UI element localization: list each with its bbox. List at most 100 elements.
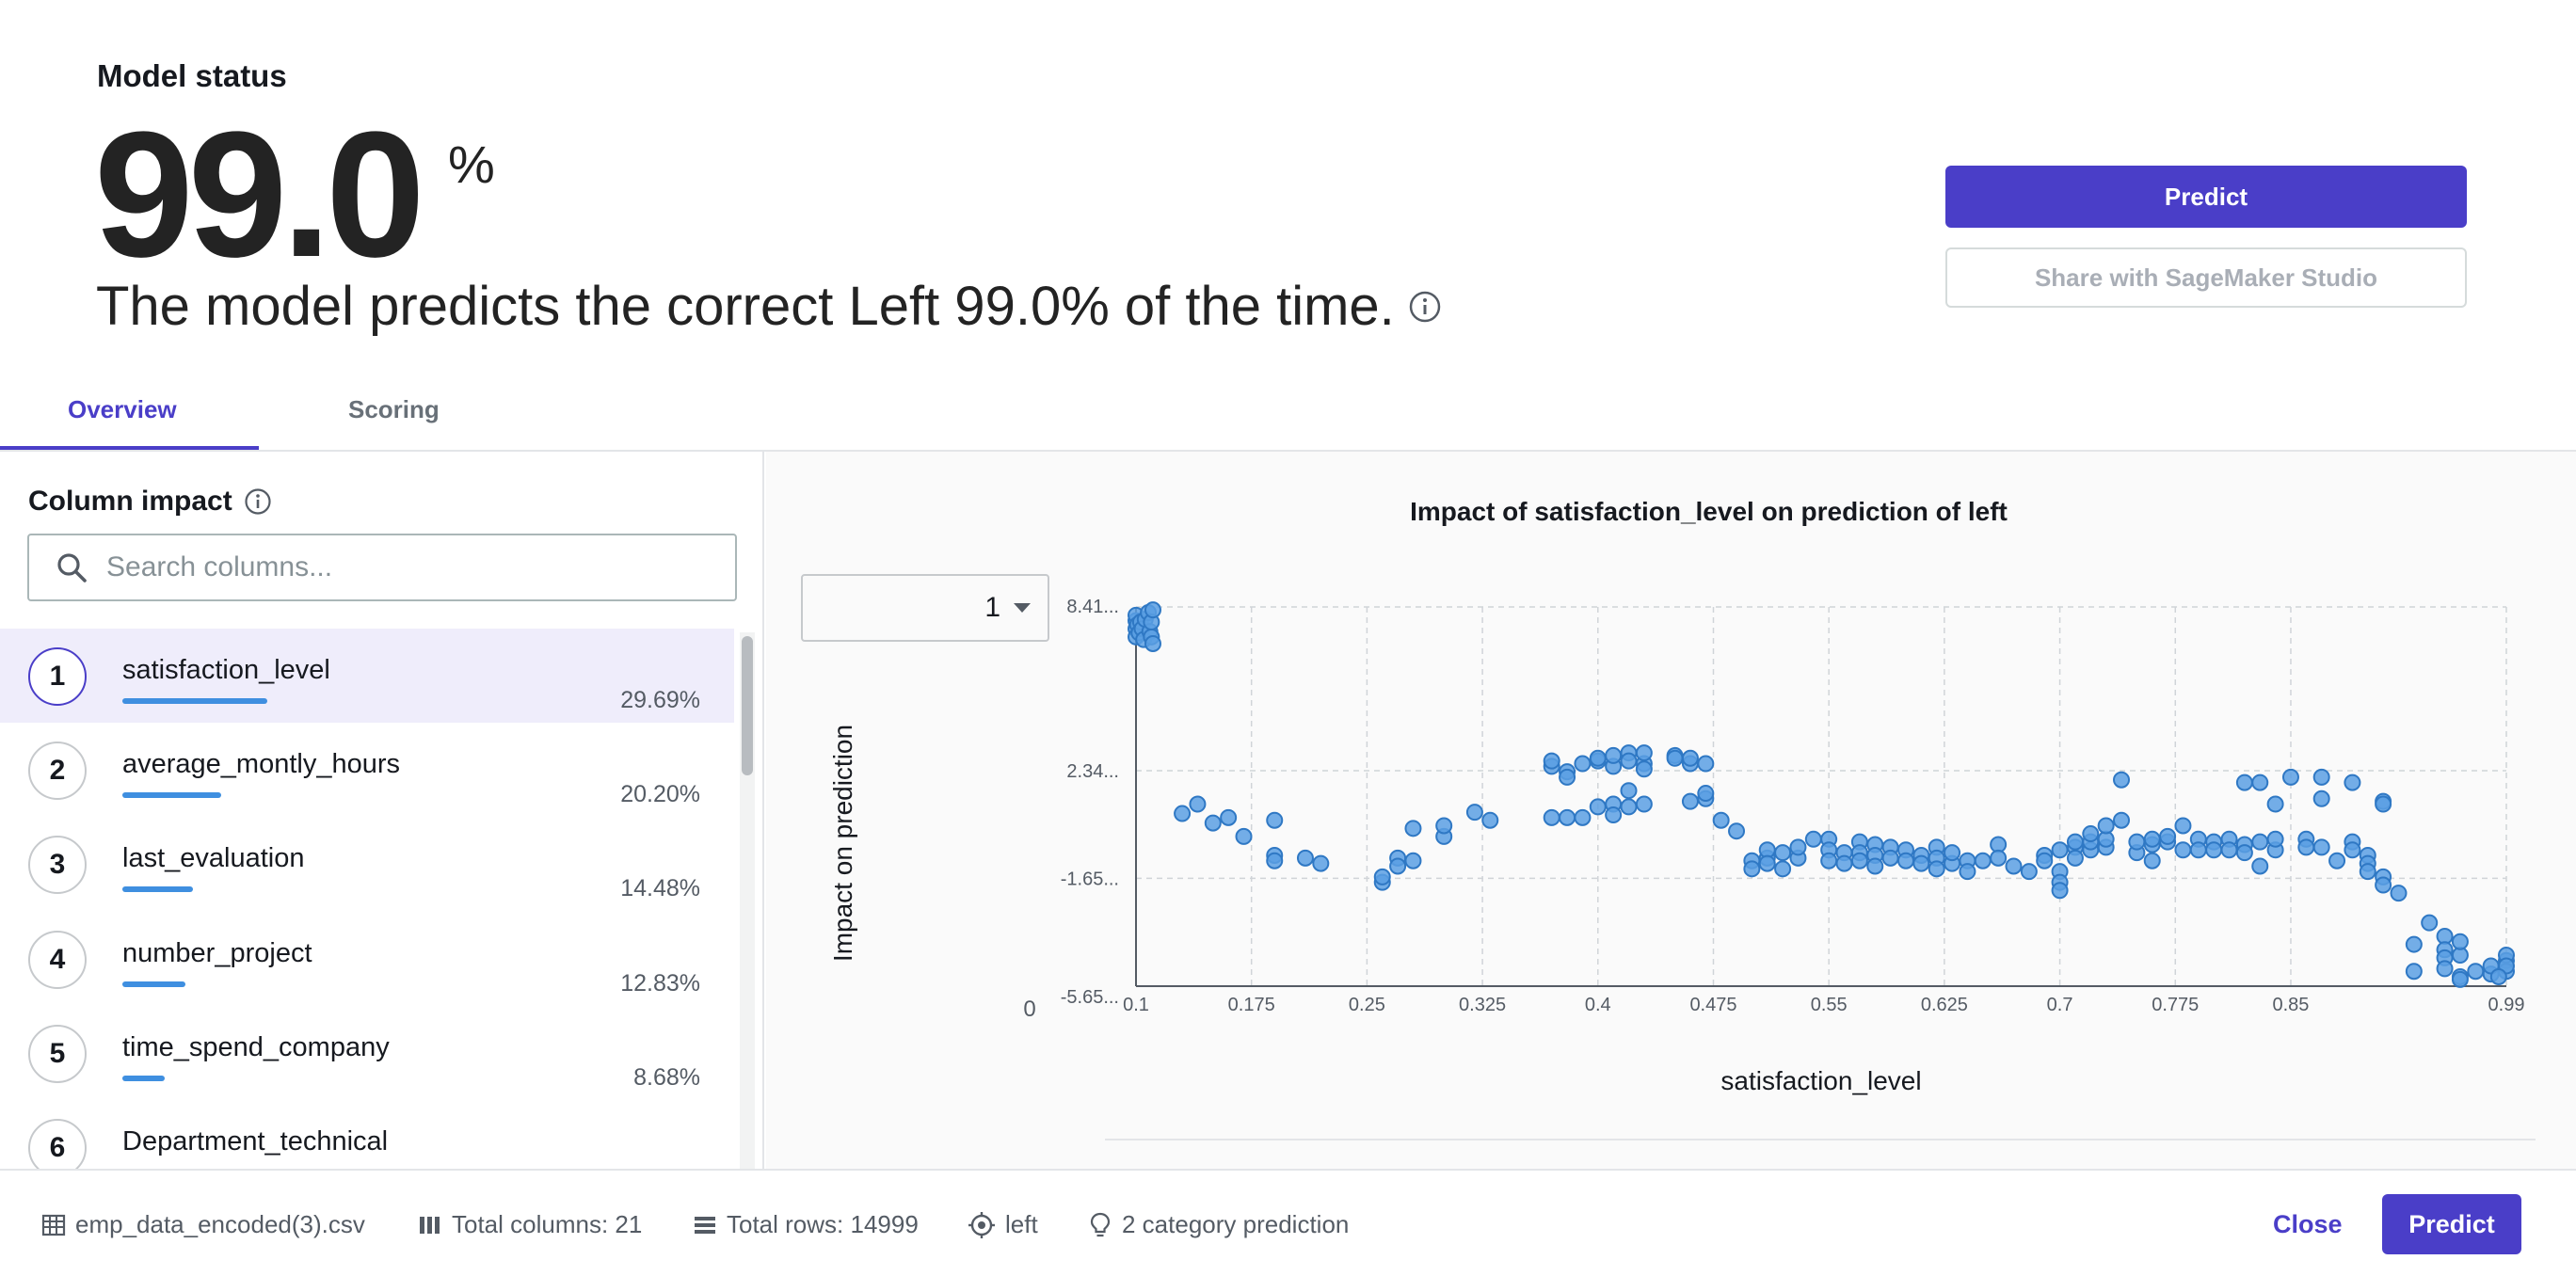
scatter-point [1635,760,1653,778]
share-sagemaker-button[interactable]: Share with SageMaker Studio [1945,247,2467,308]
info-icon[interactable] [1408,290,1442,324]
scatter-point [1804,830,1822,848]
scatter-point [2066,833,2084,851]
impact-scatter-chart: 0.1 0.175 0.25 0.325 0.4 0.475 0.55 0.625 0.7 0.7… [828,597,2524,1095]
scatter-point [2143,852,2161,869]
impact-percent: 12.83% [620,970,700,997]
accuracy-unit: % [448,135,495,194]
rank-badge: 6 [28,1119,87,1169]
scatter-point [2189,841,2207,859]
columns-icon [418,1213,442,1237]
list-item[interactable]: 3 last_evaluation 14.48% [0,817,734,911]
scatter-point [1266,852,1284,869]
y-tick-label: 8.41... [1066,597,1119,617]
scatter-point [1574,808,1592,826]
prediction-type: 2 category prediction [1122,1210,1350,1238]
scatter-point [1189,795,1207,813]
list-item[interactable]: 4 number_project 12.83% [0,912,734,1006]
scatter-point [2266,795,2284,813]
scatter-point [2113,811,2131,829]
target-column: left [1005,1210,1038,1238]
scatter-point [2235,844,2253,862]
close-button[interactable]: Close [2273,1210,2343,1239]
scatter-point [1404,852,1422,869]
scatter-point [2113,771,2131,789]
scatter-point [2174,817,2192,835]
scatter-point [2451,933,2469,950]
scatter-point [1928,860,1945,878]
scatter-point [1758,854,1776,872]
scatter-point [2097,817,2115,835]
footer-file: emp_data_encoded(3).csv [41,1210,365,1239]
scatter-point [1266,811,1284,829]
scatter-point [2451,970,2469,988]
scatter-point [2251,774,2269,791]
scatter-point [2281,768,2299,786]
predict-button[interactable]: Predict [1945,166,2467,228]
scatter-point [1881,849,1899,867]
rank-badge: 1 [28,647,87,706]
scatter-point [1620,782,1638,800]
scatter-point [1589,749,1607,767]
scatter-point [2489,967,2507,985]
x-tick-label: 0.4 [1585,995,1611,1015]
scatter-point [2066,849,2084,867]
scatter-point [1974,852,1992,869]
search-columns-input[interactable] [106,551,709,583]
scatter-point [1574,755,1592,773]
scatter-point [1144,601,1161,619]
column-name: number_project [122,938,312,968]
scatter-point [1296,849,1314,867]
x-tick-label: 0.775 [2152,995,2199,1015]
list-item[interactable]: 5 time_spend_company 8.68% [0,1006,734,1100]
scatter-point [2051,841,2069,859]
list-item[interactable]: 1 satisfaction_level 29.69% [0,629,734,723]
column-impact-title-text: Column impact [28,486,232,517]
class-select[interactable]: 1 [801,574,1049,642]
scatter-point [1620,798,1638,816]
chart-title: Impact of satisfaction_level on predicti… [1410,497,2008,526]
search-columns-box[interactable] [27,534,737,601]
scatter-point [2436,960,2454,978]
search-icon [56,551,88,583]
file-name: emp_data_encoded(3).csv [75,1210,365,1238]
scatter-point [2174,841,2192,859]
scatter-point [1481,811,1499,829]
scatter-point [1543,752,1560,770]
scatter-point [1712,811,1730,829]
column-name: Department_technical [122,1126,389,1156]
active-tab-indicator [0,446,259,450]
scatter-point [2344,841,2361,859]
y-tick-label: 2.34... [1066,761,1119,782]
x-tick-label: 0.25 [1349,995,1385,1015]
scatter-point [1944,844,1961,862]
column-name: satisfaction_level [122,655,330,685]
scatter-point [2405,963,2423,981]
scatter-point [2220,841,2238,859]
rank-badge: 5 [28,1025,87,1083]
scatter-point [1543,808,1560,826]
predict-footer-button[interactable]: Predict [2382,1194,2521,1254]
scatter-point [1389,857,1407,875]
scatter-point [2159,827,2177,845]
scatter-point [2205,841,2223,859]
scatter-point [2143,830,2161,848]
list-item[interactable]: 6 Department_technical [0,1100,734,1169]
model-status-title: Model status [97,58,287,93]
info-icon[interactable] [244,487,272,516]
scatter-point [2467,963,2485,981]
tab-overview[interactable]: Overview [68,395,177,424]
scatter-point [1681,792,1699,810]
scrollbar-thumb[interactable] [742,636,753,775]
list-item[interactable]: 2 average_montly_hours 20.20% [0,723,734,817]
scatter-point [2344,774,2361,791]
impact-bar [122,981,185,987]
x-tick-label: 0.325 [1459,995,1506,1015]
tab-scoring[interactable]: Scoring [348,395,440,424]
class-select-value: 1 [984,592,1000,623]
column-name: average_montly_hours [122,749,401,779]
y-zero-label: 0 [1023,997,1035,1022]
impact-chart-panel: 0.1 0.175 0.25 0.325 0.4 0.475 0.55 0.625 0.7 0.7… [766,452,2576,1169]
scatter-point [1666,749,1684,767]
x-tick-label: 0.7 [2047,995,2073,1015]
